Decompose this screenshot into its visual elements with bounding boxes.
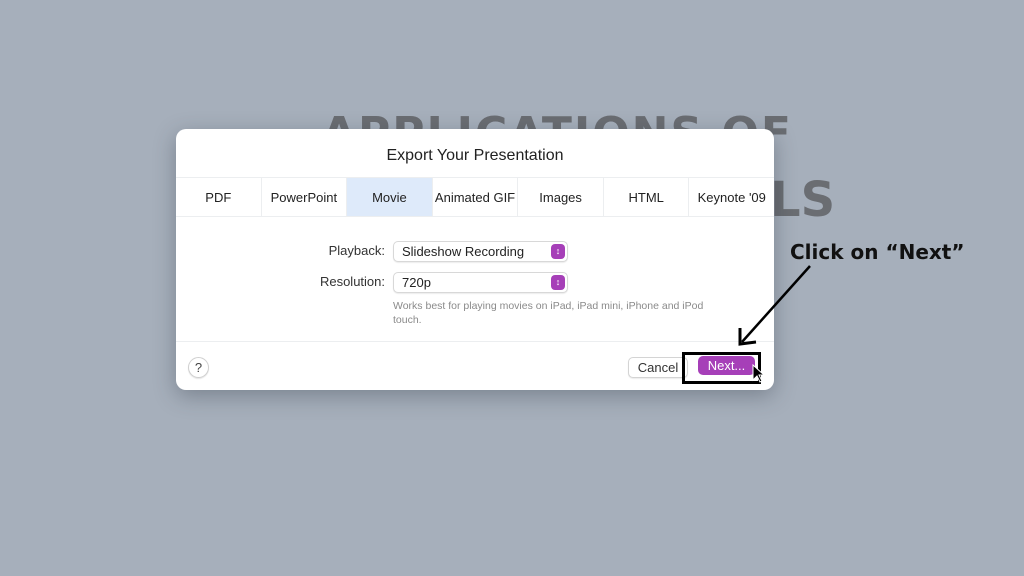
footer-divider [176,341,774,342]
annotation-highlight-box [682,352,761,384]
tab-powerpoint[interactable]: PowerPoint [262,178,348,216]
tab-pdf[interactable]: PDF [176,178,262,216]
up-down-chevron-icon: ↕ [551,275,565,290]
annotation-arrow-icon [738,265,811,346]
tab-animated-gif[interactable]: Animated GIF [433,178,519,216]
tab-images[interactable]: Images [518,178,604,216]
resolution-select[interactable]: 720p ↕ [393,272,568,293]
mouse-cursor-icon [752,364,766,383]
dialog-title: Export Your Presentation [386,147,564,164]
export-dialog: Export Your Presentation PDF PowerPoint … [176,129,774,390]
cancel-button[interactable]: Cancel [628,357,688,378]
tab-html[interactable]: HTML [604,178,690,216]
playback-label: Playback: [328,243,385,258]
tab-keynote-09[interactable]: Keynote '09 [689,178,774,216]
slide-title-background-line2: LS [770,172,836,228]
resolution-label: Resolution: [319,274,385,289]
up-down-chevron-icon: ↕ [551,244,565,259]
resolution-row: Resolution: 720p ↕ [176,272,774,293]
annotation-text: Click on “Next” [790,240,965,264]
resolution-hint: Works best for playing movies on iPad, i… [393,300,704,326]
playback-row: Playback: Slideshow Recording ↕ [176,241,774,262]
help-button[interactable]: ? [188,357,209,378]
resolution-value: 720p [402,275,431,290]
playback-value: Slideshow Recording [402,244,525,259]
playback-select[interactable]: Slideshow Recording ↕ [393,241,568,262]
tab-movie[interactable]: Movie [347,178,433,216]
export-format-tabs: PDF PowerPoint Movie Animated GIF Images… [176,177,774,217]
